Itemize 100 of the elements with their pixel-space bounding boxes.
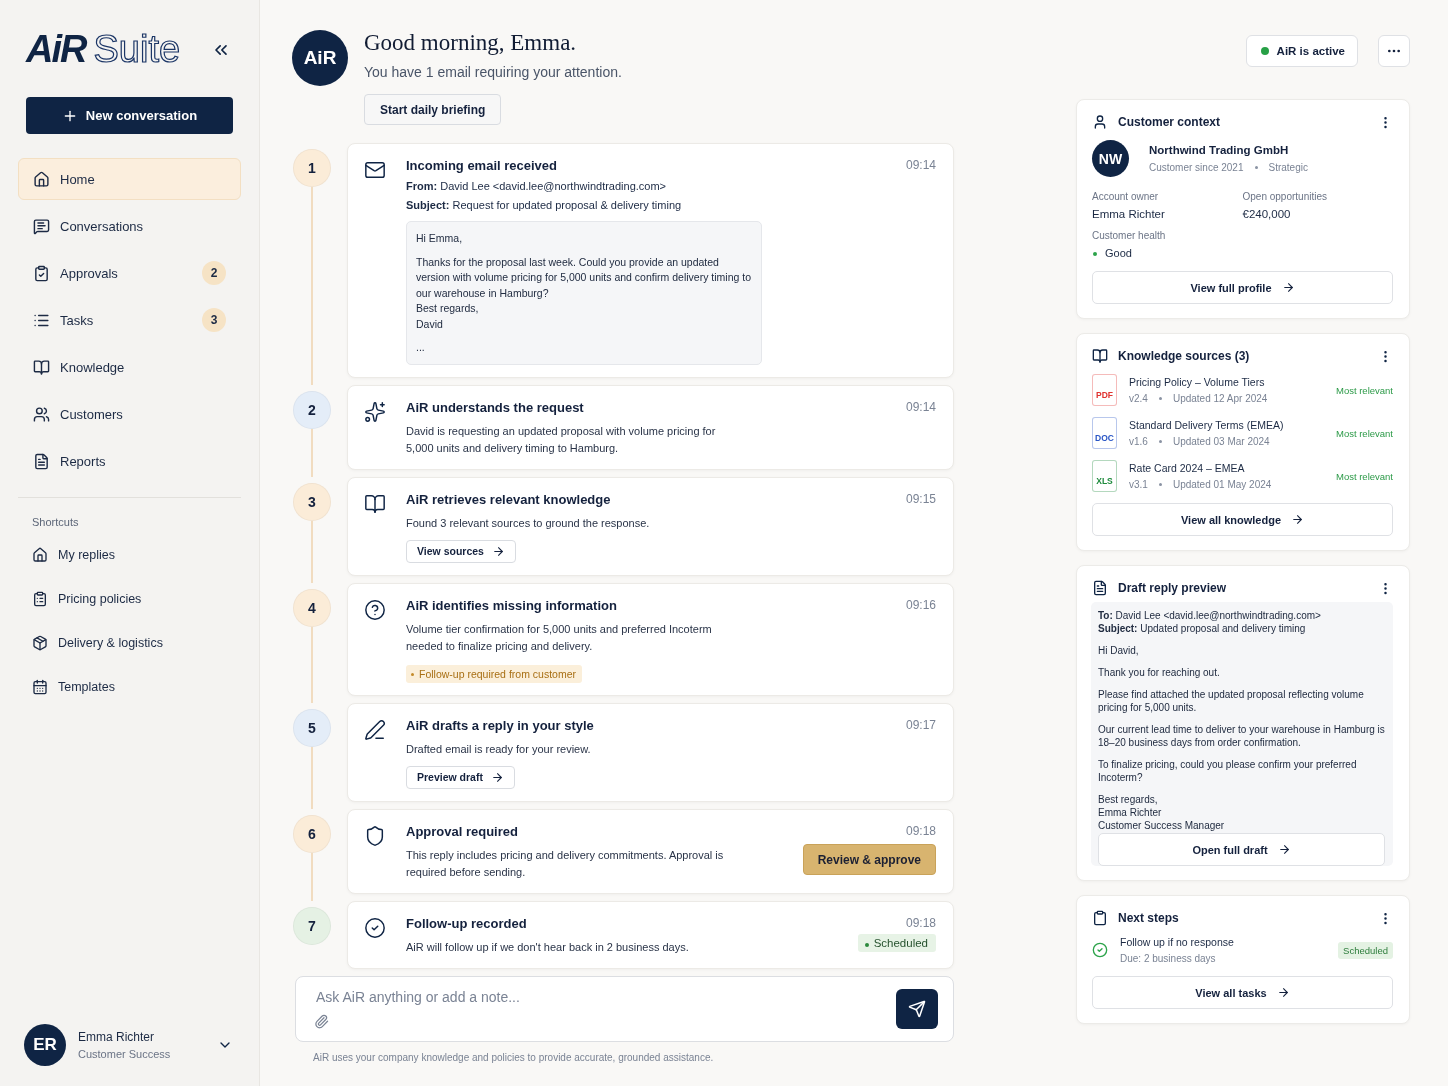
count-badge: 3: [202, 308, 226, 332]
send-icon: [908, 999, 926, 1018]
user-avatar: ER: [24, 1024, 66, 1066]
clipboard-check-icon: [33, 264, 50, 282]
customer-tier-label: Strategic: [1268, 162, 1308, 173]
nav-item[interactable]: Approvals 2: [18, 252, 241, 294]
profile-button[interactable]: View full profile: [1092, 271, 1393, 304]
step-time: 09:18: [905, 915, 936, 931]
email-line: David: [416, 316, 444, 332]
field-label: Customer health: [1092, 230, 1167, 241]
link-button[interactable]: View sources: [406, 539, 516, 563]
source-item[interactable]: DOC Standard Delivery Terms (EMEA) v1.6 Updated 03 Mar 2024 Most relevant: [1092, 417, 1393, 449]
step-number: 3: [293, 482, 331, 521]
nav-item[interactable]: Customers: [18, 393, 241, 435]
relevance-label: Most relevant: [1335, 470, 1393, 482]
book-icon: [1092, 348, 1108, 364]
file-icon: PDF: [1092, 374, 1117, 406]
user-icon: [1092, 114, 1108, 130]
nav-item[interactable]: Tasks 3: [18, 299, 241, 341]
step-time: 09:15: [905, 491, 936, 507]
email-line: ...: [416, 340, 426, 355]
step-title: Follow-up recorded: [406, 915, 527, 931]
source-version: v3.1: [1129, 479, 1148, 490]
shortcut-item[interactable]: Delivery & logistics: [18, 624, 241, 662]
shortcut-item[interactable]: Pricing policies: [18, 580, 241, 618]
book-icon: [364, 492, 386, 515]
package-icon: [32, 635, 48, 651]
task-due: Due: 2 business days: [1120, 953, 1217, 964]
source-version: v1.6: [1129, 436, 1148, 447]
nav-item[interactable]: Knowledge: [18, 346, 241, 388]
shortcut-label: My replies: [58, 548, 115, 562]
greeting: Good morning, Emma.: [364, 30, 577, 56]
send-button[interactable]: [896, 988, 938, 1029]
document-icon: [1092, 580, 1108, 596]
card-title: Customer context: [1118, 115, 1222, 129]
step-description: Drafted email is ready for your review.: [406, 741, 591, 757]
book-icon: [33, 358, 50, 376]
link-button[interactable]: Preview draft: [406, 765, 515, 789]
assistant-avatar: AiR: [292, 30, 348, 86]
source-item[interactable]: PDF Pricing Policy – Volume Tiers v2.4 Updated 12 Apr 2024 Most relevant: [1092, 374, 1393, 406]
message-icon: [33, 217, 50, 235]
arrow-right-icon: [1291, 513, 1305, 526]
clipboard-list-icon: [32, 591, 48, 607]
source-version: v2.4: [1129, 393, 1148, 404]
card-title: Knowledge sources (3): [1118, 349, 1251, 363]
tasks-button[interactable]: View all tasks: [1092, 976, 1393, 1009]
approve-button[interactable]: Review & approve: [802, 844, 936, 875]
step-time: 09:14: [905, 399, 936, 415]
draft-line: Thank you for reaching out.: [1098, 666, 1221, 679]
status-tag: Scheduled: [1338, 941, 1393, 959]
count-badge: 2: [202, 261, 226, 285]
nav-item[interactable]: Conversations: [18, 205, 241, 247]
logo: AiR Suite: [26, 28, 181, 71]
arrow-right-icon: [490, 770, 504, 784]
field-label: Account owner: [1092, 191, 1160, 202]
step-title: Incoming email received: [406, 158, 557, 173]
house-icon: [32, 547, 48, 563]
new-conversation-button[interactable]: New conversation: [26, 97, 233, 134]
step-title: AiR retrieves relevant knowledge: [406, 491, 611, 507]
user-role: Customer Success: [78, 1048, 172, 1060]
nav-item[interactable]: Reports: [18, 440, 241, 482]
shortcut-label: Pricing policies: [58, 592, 142, 606]
open-draft-button[interactable]: Open full draft: [1098, 833, 1385, 866]
nav-label: Customers: [60, 406, 124, 422]
check-circle-icon: [1092, 942, 1108, 958]
question-icon: [364, 598, 386, 621]
footnote: AiR uses your company knowledge and policies to provide accurate, grounded assistance.: [313, 1051, 715, 1063]
step-title: AiR drafts a reply in your style: [406, 717, 594, 733]
shortcut-item[interactable]: My replies: [18, 536, 241, 574]
paperclip-icon[interactable]: [314, 1014, 329, 1029]
step-description: David is requesting an updated proposal with volume pricing for 5,000 units and delivery timing to Hamburg.: [406, 423, 717, 456]
step-number: 2: [293, 390, 331, 429]
shortcut-label: Templates: [58, 680, 115, 694]
knowledge-button[interactable]: View all knowledge: [1092, 503, 1393, 536]
arrow-right-icon: [1276, 986, 1290, 999]
document-icon: [33, 452, 50, 470]
step-time: 09:14: [905, 158, 936, 173]
house-icon: [33, 170, 50, 188]
arrow-right-icon: [1281, 281, 1295, 294]
draft-line: Our current lead time to deliver to your warehouse in Hamburg is 18–20 business days from order confirmation.: [1098, 723, 1385, 749]
message-input[interactable]: Ask AiR anything or add a note...: [314, 988, 884, 1006]
draft-line: Emma Richter: [1098, 806, 1163, 819]
shortcut-item[interactable]: Templates: [18, 668, 241, 706]
check-circle-icon: [364, 916, 386, 939]
nav-item[interactable]: Home: [18, 158, 241, 200]
relevance-label: Most relevant: [1335, 384, 1393, 396]
step-time: 09:18: [905, 823, 936, 839]
source-item[interactable]: XLS Rate Card 2024 – EMEA v3.1 Updated 01 May 2024 Most relevant: [1092, 460, 1393, 492]
users-icon: [33, 405, 50, 423]
draft-line: Best regards,: [1098, 793, 1159, 806]
step-time: 09:16: [905, 597, 936, 613]
warning-tag: Follow-up required from customer: [406, 664, 582, 683]
status-pill[interactable]: AiR is active: [1245, 35, 1358, 67]
file-icon: DOC: [1092, 417, 1117, 449]
field-value: €240,000: [1242, 208, 1292, 220]
briefing-button[interactable]: Start daily briefing: [364, 94, 502, 125]
email-meta: From: David Lee <david.lee@northwindtrading.com>: [406, 180, 667, 192]
nav-label: Home: [60, 171, 96, 187]
clipboard-icon: [1092, 910, 1108, 926]
email-line: Best regards,: [416, 301, 480, 316]
